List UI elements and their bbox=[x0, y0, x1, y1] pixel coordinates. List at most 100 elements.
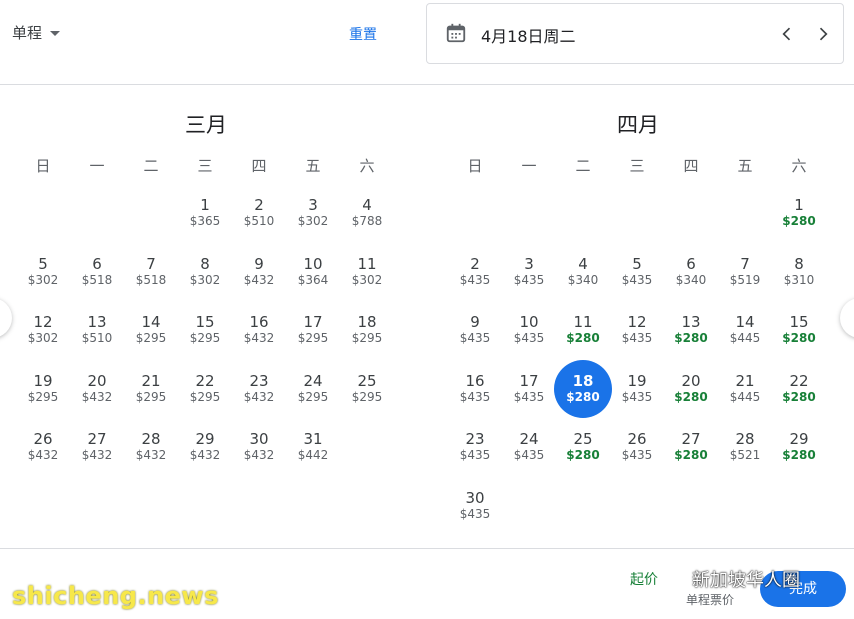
day-cell[interactable]: 14 $295 bbox=[124, 305, 178, 364]
day-number: 16 bbox=[465, 371, 485, 390]
previous-month-button[interactable] bbox=[0, 298, 12, 338]
day-cell[interactable]: 3 $302 bbox=[286, 188, 340, 247]
day-price: $435 bbox=[459, 389, 491, 404]
day-cell[interactable]: 13 $510 bbox=[70, 305, 124, 364]
day-cell[interactable]: 23 $432 bbox=[232, 364, 286, 423]
day-cell[interactable]: 28 $521 bbox=[718, 422, 772, 481]
day-cell-selected[interactable]: 18 $280 bbox=[554, 359, 612, 423]
day-cell[interactable]: 7 $518 bbox=[124, 247, 178, 306]
day-cell[interactable]: 20 $280 bbox=[664, 364, 718, 423]
day-number: 23 bbox=[465, 430, 485, 449]
empty-cell bbox=[70, 188, 124, 247]
day-cell[interactable]: 27 $432 bbox=[70, 422, 124, 481]
day-cell[interactable]: 1 $365 bbox=[178, 188, 232, 247]
day-cell[interactable]: 21 $445 bbox=[718, 364, 772, 423]
day-cell[interactable]: 19 $435 bbox=[610, 364, 664, 423]
day-cell[interactable]: 17 $295 bbox=[286, 305, 340, 364]
day-cell[interactable]: 29 $432 bbox=[178, 422, 232, 481]
day-cell[interactable]: 5 $302 bbox=[16, 247, 70, 306]
day-cell[interactable]: 18 $295 bbox=[340, 305, 394, 364]
day-number: 7 bbox=[146, 254, 156, 273]
day-cell[interactable]: 8 $302 bbox=[178, 247, 232, 306]
day-cell[interactable]: 17 $435 bbox=[502, 364, 556, 423]
day-cell[interactable]: 7 $519 bbox=[718, 247, 772, 306]
trip-type-dropdown[interactable]: 单程 bbox=[12, 22, 61, 43]
day-cell[interactable]: 26 $435 bbox=[610, 422, 664, 481]
day-cell[interactable]: 10 $364 bbox=[286, 247, 340, 306]
day-cell[interactable]: 29 $280 bbox=[772, 422, 826, 481]
date-field[interactable]: 4月18日周二 bbox=[426, 3, 844, 64]
day-price: $788 bbox=[351, 214, 383, 228]
day-cell[interactable]: 12 $435 bbox=[610, 305, 664, 364]
chat-icon bbox=[666, 570, 688, 587]
day-cell[interactable]: 13 $280 bbox=[664, 305, 718, 364]
day-cell[interactable]: 22 $295 bbox=[178, 364, 232, 423]
day-price: $280 bbox=[782, 389, 816, 404]
reset-button[interactable]: 重置 bbox=[349, 24, 377, 44]
day-cell[interactable]: 15 $280 bbox=[772, 305, 826, 364]
day-cell[interactable]: 30 $432 bbox=[232, 422, 286, 481]
day-cell[interactable]: 6 $340 bbox=[664, 247, 718, 306]
day-number: 29 bbox=[195, 430, 215, 449]
day-cell[interactable]: 28 $432 bbox=[124, 422, 178, 481]
empty-cell bbox=[718, 188, 772, 247]
day-cell[interactable]: 16 $435 bbox=[448, 364, 502, 423]
day-cell[interactable]: 4 $340 bbox=[556, 247, 610, 306]
weekday-label: 五 bbox=[737, 157, 753, 175]
day-number: 30 bbox=[465, 488, 485, 507]
day-cell[interactable]: 23 $435 bbox=[448, 422, 502, 481]
day-number: 29 bbox=[789, 430, 809, 449]
next-month-button[interactable] bbox=[840, 298, 854, 338]
day-cell[interactable]: 11 $302 bbox=[340, 247, 394, 306]
day-price: $445 bbox=[729, 331, 761, 346]
day-cell[interactable]: 9 $435 bbox=[448, 305, 502, 364]
day-cell[interactable]: 31 $442 bbox=[286, 422, 340, 481]
day-number: 2 bbox=[254, 196, 264, 214]
day-price: $295 bbox=[189, 331, 221, 346]
next-day-button[interactable] bbox=[813, 24, 833, 44]
day-cell[interactable]: 24 $435 bbox=[502, 422, 556, 481]
weekday-label: 三 bbox=[629, 157, 645, 175]
day-price: $295 bbox=[351, 331, 383, 346]
watermark-group-text: 新加坡华人圈 bbox=[692, 570, 800, 591]
day-cell[interactable]: 10 $435 bbox=[502, 305, 556, 364]
day-cell[interactable]: 19 $295 bbox=[16, 364, 70, 423]
day-cell[interactable]: 25 $280 bbox=[556, 422, 610, 481]
day-cell[interactable]: 14 $445 bbox=[718, 305, 772, 364]
day-price: $435 bbox=[459, 506, 491, 521]
day-cell[interactable]: 30 $435 bbox=[448, 481, 502, 540]
day-cell[interactable]: 20 $432 bbox=[70, 364, 124, 423]
from-price-label: 起价 bbox=[630, 572, 658, 588]
day-cell[interactable]: 27 $280 bbox=[664, 422, 718, 481]
day-cell[interactable]: 2 $510 bbox=[232, 188, 286, 247]
day-cell[interactable]: 1 $280 bbox=[772, 188, 826, 247]
day-number: 1 bbox=[794, 196, 804, 214]
previous-day-button[interactable] bbox=[777, 24, 797, 44]
day-cell[interactable]: 4 $788 bbox=[340, 188, 394, 247]
day-price: $302 bbox=[297, 214, 329, 228]
day-cell[interactable]: 12 $302 bbox=[16, 305, 70, 364]
day-cell[interactable]: 3 $435 bbox=[502, 247, 556, 306]
day-cell[interactable]: 11 $280 bbox=[556, 305, 610, 364]
day-cell[interactable]: 9 $432 bbox=[232, 247, 286, 306]
day-price: $519 bbox=[729, 272, 761, 287]
day-price: $302 bbox=[189, 272, 221, 287]
day-cell[interactable]: 24 $295 bbox=[286, 364, 340, 423]
day-price: $295 bbox=[135, 331, 167, 346]
day-cell[interactable]: 16 $432 bbox=[232, 305, 286, 364]
day-number: 4 bbox=[362, 196, 372, 214]
day-cell[interactable]: 25 $295 bbox=[340, 364, 394, 423]
day-cell[interactable]: 15 $295 bbox=[178, 305, 232, 364]
day-cell[interactable]: 8 $310 bbox=[772, 247, 826, 306]
day-cell[interactable]: 22 $280 bbox=[772, 364, 826, 423]
day-price: $295 bbox=[351, 389, 383, 404]
day-cell[interactable]: 21 $295 bbox=[124, 364, 178, 423]
day-cell[interactable]: 2 $435 bbox=[448, 247, 502, 306]
day-number: 14 bbox=[141, 313, 161, 332]
day-price: $435 bbox=[621, 331, 653, 346]
day-number: 8 bbox=[794, 254, 804, 273]
day-cell[interactable]: 6 $518 bbox=[70, 247, 124, 306]
weekday-label: 六 bbox=[359, 157, 375, 175]
day-cell[interactable]: 5 $435 bbox=[610, 247, 664, 306]
day-cell[interactable]: 26 $432 bbox=[16, 422, 70, 481]
